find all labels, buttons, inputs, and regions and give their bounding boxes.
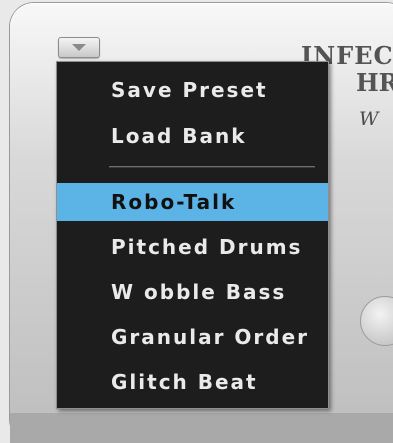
menu-item-load-bank[interactable]: Load Bank	[57, 117, 328, 155]
logo-title-line-2: HR	[356, 68, 393, 97]
preset-menu: Save Preset Load Bank Robo-Talk Pitched …	[56, 61, 329, 409]
chevron-down-icon	[72, 44, 86, 51]
preset-dropdown-button[interactable]	[58, 37, 100, 58]
menu-separator	[109, 166, 315, 168]
logo-subtitle: W	[359, 108, 379, 130]
menu-item-robo-talk[interactable]: Robo-Talk	[57, 183, 328, 221]
menu-item-granular-order[interactable]: Granular Order	[57, 318, 328, 356]
menu-item-pitched-drums[interactable]: Pitched Drums	[57, 228, 328, 266]
menu-item-save-preset[interactable]: Save Preset	[57, 71, 328, 109]
menu-item-wobble-bass[interactable]: W obble Bass	[57, 273, 328, 311]
menu-item-glitch-beat[interactable]: Glitch Beat	[57, 363, 328, 401]
